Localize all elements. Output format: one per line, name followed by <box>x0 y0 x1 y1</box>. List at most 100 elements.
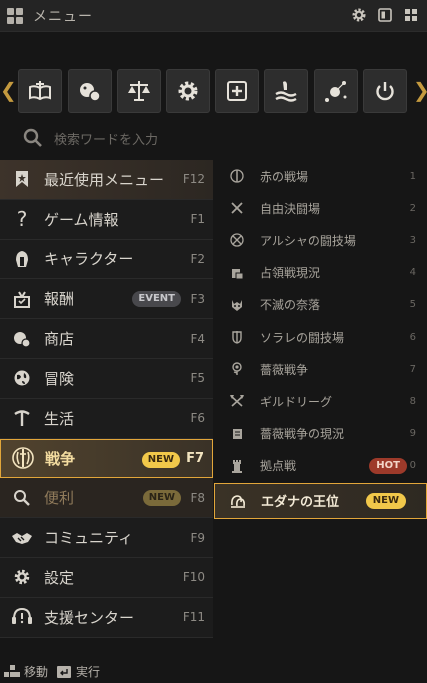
sub-item-label: 占領戦現況 <box>260 266 321 281</box>
left-item-support[interactable]: 支援センター F11 <box>0 597 213 638</box>
event-badge: EVENT <box>132 291 181 308</box>
left-item-label: 報酬 <box>44 290 75 309</box>
support-icon <box>0 607 44 627</box>
hotkey-number: 9 <box>409 428 416 440</box>
left-item-recent[interactable]: 最近使用メニュー F12 <box>0 160 213 200</box>
main-category-list: 最近使用メニュー F12 ? ゲーム情報 F1 キャラクター F2 報酬 EVE… <box>0 160 213 638</box>
arena-icon <box>214 233 260 248</box>
left-item-label: 便利 <box>44 489 75 508</box>
hand-wave-icon[interactable] <box>264 69 308 113</box>
sub-item-occupation-status[interactable]: 占領戦現況 4 <box>214 257 427 289</box>
sub-item-free-duel[interactable]: 自由決闘場 2 <box>214 192 427 224</box>
helmet-icon <box>0 250 44 268</box>
left-item-rewards[interactable]: 報酬 EVENT F3 <box>0 279 213 320</box>
sub-item-guild-league[interactable]: ギルドリーグ 8 <box>214 385 427 417</box>
scales-icon[interactable] <box>117 69 161 113</box>
hotkey: F8 <box>190 490 205 505</box>
hotkey: F7 <box>186 450 204 466</box>
handshake-icon <box>0 530 44 546</box>
scroll-icon <box>214 427 260 441</box>
sub-item-immortal-abyss[interactable]: 不滅の奈落 5 <box>214 289 427 321</box>
constellation-icon[interactable] <box>314 69 358 113</box>
sub-item-node-war[interactable]: 拠点戦 HOT 0 <box>214 450 427 482</box>
crossed-swords-icon <box>214 201 260 215</box>
sub-item-label: 不滅の奈落 <box>260 298 321 313</box>
left-item-shop[interactable]: 商店 F4 <box>0 319 213 359</box>
sub-item-red-battlefield[interactable]: 赤の戦場 1 <box>214 160 427 192</box>
scroll-left-arrow-icon[interactable]: ❮ <box>0 78 17 102</box>
hotkey: F11 <box>182 610 205 625</box>
power-icon[interactable] <box>363 69 407 113</box>
left-item-label: 設定 <box>44 568 75 587</box>
magnifier-icon <box>0 489 44 507</box>
left-item-label: 商店 <box>44 330 75 349</box>
hotkey-number: 3 <box>409 234 416 246</box>
hotkey-number: 8 <box>409 395 416 407</box>
hotkey: F3 <box>190 291 205 306</box>
plus-box-icon[interactable] <box>215 69 259 113</box>
search-icon <box>23 128 42 147</box>
hotkey: F10 <box>182 570 205 585</box>
left-item-life[interactable]: 生活 F6 <box>0 398 213 439</box>
sub-category-list: 赤の戦場 1 自由決闘場 2 アルシャの闘技場 3 占領戦現況 4 不滅の奈落 … <box>214 160 427 519</box>
sub-item-label: 拠点戦 <box>260 459 297 474</box>
left-item-character[interactable]: キャラクター F2 <box>0 239 213 280</box>
left-item-war[interactable]: 戦争 NEW F7 <box>0 438 213 479</box>
tower-icon <box>214 459 260 473</box>
castle-report-icon <box>214 266 260 280</box>
book-sword-icon[interactable] <box>18 69 62 113</box>
throne-icon <box>215 493 261 509</box>
execute-hint-label: 実行 <box>76 665 101 679</box>
hotkey-number: 6 <box>409 331 416 343</box>
scroll-right-arrow-icon[interactable]: ❯ <box>413 78 427 102</box>
left-item-settings[interactable]: 設定 F10 <box>0 557 213 598</box>
hotkey: F2 <box>190 251 205 266</box>
left-item-label: 冒険 <box>44 369 75 388</box>
arrow-keys-icon <box>4 664 20 680</box>
shortcut-toolbar: ❮ ❯ <box>0 66 427 116</box>
shop-icon[interactable] <box>68 69 112 113</box>
sub-item-label: 自由決闘場 <box>260 201 321 216</box>
war-shield-icon <box>1 446 45 470</box>
hotkey: F9 <box>190 530 205 545</box>
sub-item-rose-war[interactable]: 薔薇戦争 7 <box>214 353 427 385</box>
grid-view-icon[interactable] <box>402 6 420 24</box>
gear-icon[interactable] <box>166 69 210 113</box>
sub-item-arsha-arena[interactable]: アルシャの闘技場 3 <box>214 224 427 256</box>
left-item-label: 支援センター <box>44 608 135 627</box>
sub-item-label: 薔薇戦争の現況 <box>260 427 345 442</box>
hot-badge: HOT <box>369 457 407 474</box>
left-item-label: 最近使用メニュー <box>44 170 165 189</box>
hotkey: F12 <box>182 172 205 187</box>
new-badge: NEW <box>365 492 406 509</box>
question-icon: ? <box>16 207 28 232</box>
left-item-game-info[interactable]: ? ゲーム情報 F1 <box>0 199 213 240</box>
sub-item-solare-arena[interactable]: ソラレの闘技場 6 <box>214 321 427 353</box>
sub-item-label: アルシャの闘技場 <box>260 233 356 248</box>
sub-item-label: 薔薇戦争 <box>260 362 309 377</box>
sub-item-label: エダナの王位 <box>261 495 340 511</box>
new-badge: NEW <box>142 490 181 507</box>
gear-icon <box>0 568 44 586</box>
settings-gear-icon[interactable] <box>350 6 368 24</box>
panel-toggle-icon[interactable] <box>376 6 394 24</box>
left-item-convenience[interactable]: 便利 NEW F8 <box>0 478 213 519</box>
hotkey: F5 <box>190 371 205 386</box>
sub-item-label: ソラレの闘技場 <box>260 330 345 345</box>
hotkey-number: 5 <box>409 299 416 311</box>
left-item-community[interactable]: コミュニティ F9 <box>0 518 213 558</box>
search-input[interactable]: 検索ワードを入力 <box>54 129 158 148</box>
hotkey-number: 7 <box>409 363 416 375</box>
left-item-adventure[interactable]: 冒険 F5 <box>0 358 213 399</box>
key-hint-footer: 移動 実行 <box>0 660 427 683</box>
hotkey: F6 <box>190 411 205 426</box>
sub-item-label: ギルドリーグ <box>260 394 333 409</box>
sub-item-rose-war-status[interactable]: 薔薇戦争の現況 9 <box>214 418 427 450</box>
globe-icon <box>0 369 44 387</box>
sub-item-label: 赤の戦場 <box>260 169 309 184</box>
guild-axes-icon <box>214 394 260 408</box>
hotkey-number: 4 <box>409 267 416 279</box>
search-bar[interactable]: 検索ワードを入力 <box>0 118 427 158</box>
shop-icon <box>0 330 44 348</box>
sub-item-edana-throne[interactable]: エダナの王位 NEW <box>214 482 427 519</box>
